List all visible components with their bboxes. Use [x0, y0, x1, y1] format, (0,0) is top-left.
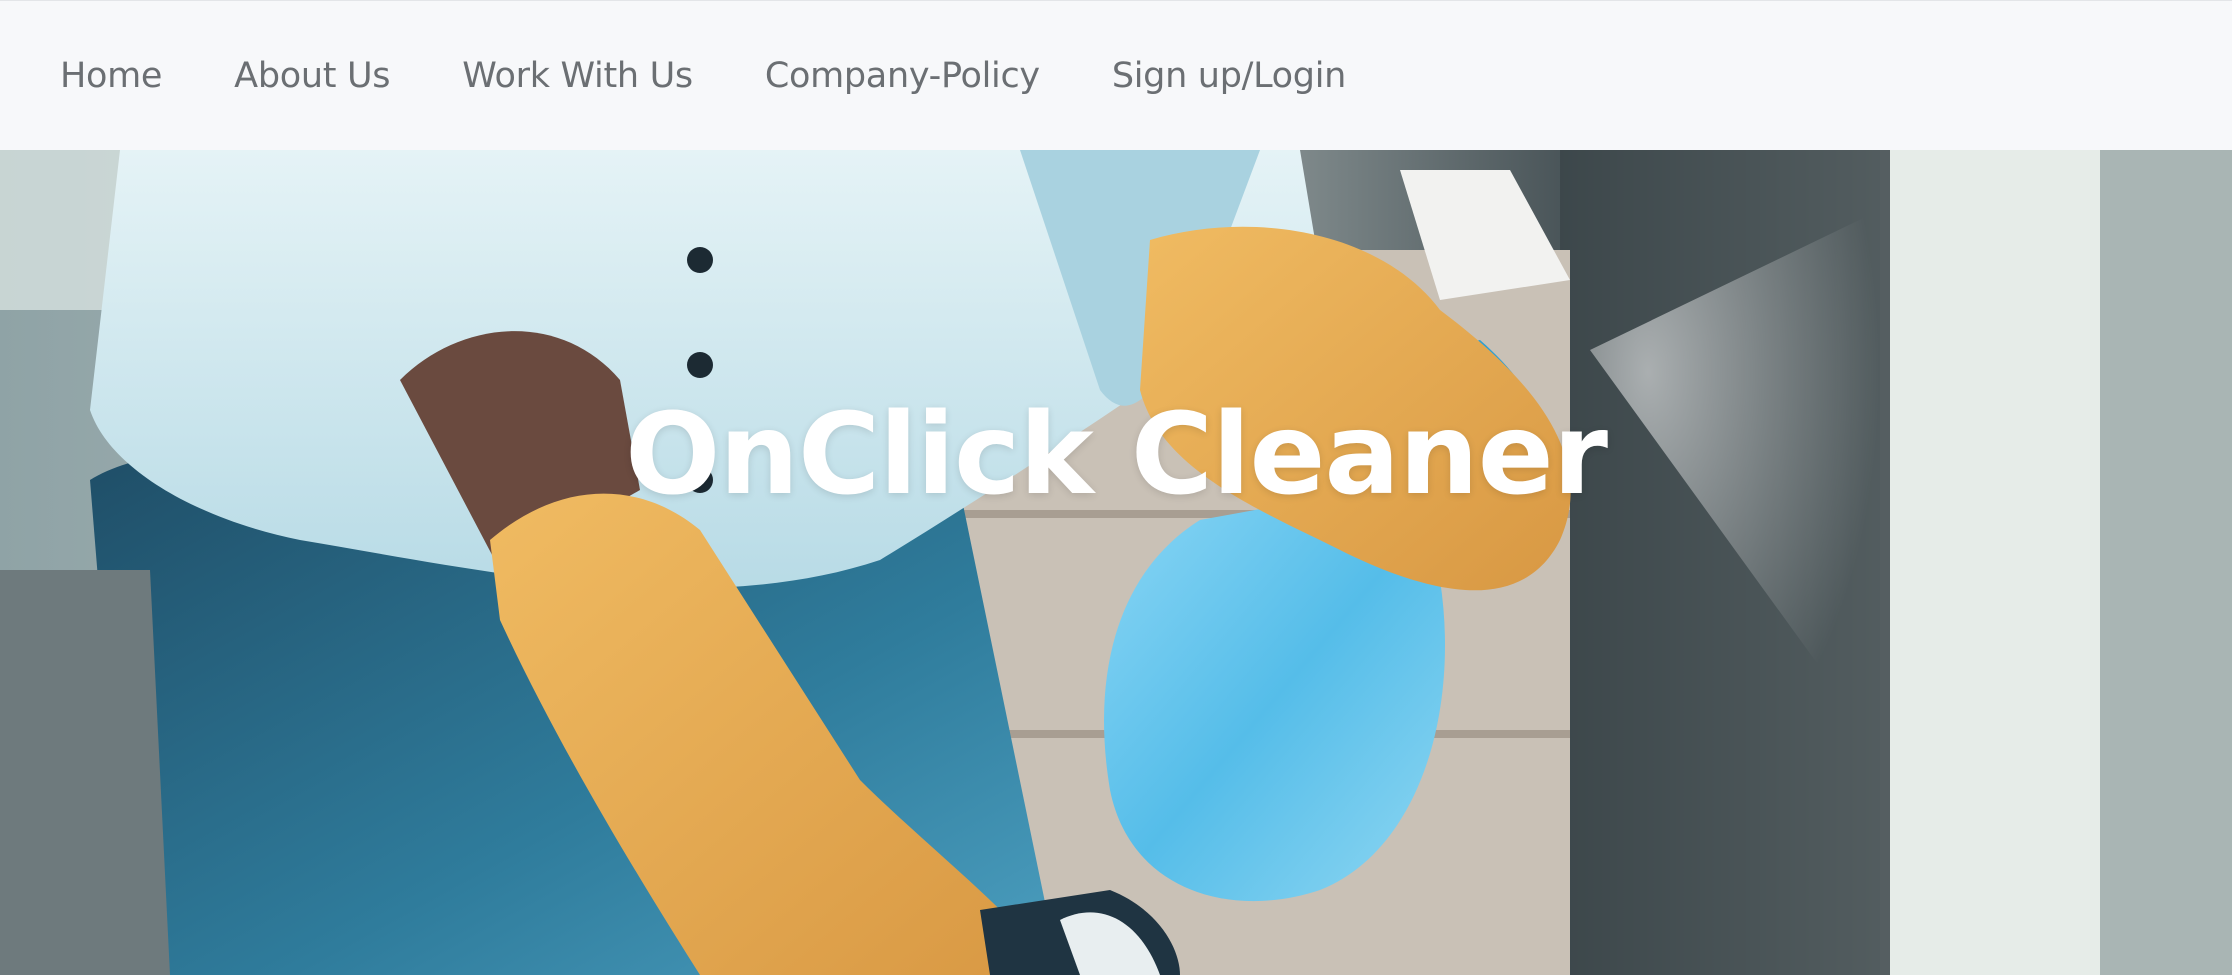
nav-link-work-with-us[interactable]: Work With Us	[462, 56, 693, 96]
top-navbar: Home About Us Work With Us Company-Polic…	[0, 0, 2232, 150]
nav-link-company-policy[interactable]: Company-Policy	[765, 56, 1040, 96]
hero-title: OnClick Cleaner	[625, 390, 1608, 520]
page-bottom-divider	[0, 975, 2232, 980]
nav-link-home[interactable]: Home	[60, 56, 162, 96]
hero-banner: OnClick Cleaner	[0, 150, 2232, 975]
nav-link-signup-login[interactable]: Sign up/Login	[1112, 56, 1346, 96]
hero-background-image	[0, 150, 2232, 975]
nav-link-about-us[interactable]: About Us	[234, 56, 390, 96]
